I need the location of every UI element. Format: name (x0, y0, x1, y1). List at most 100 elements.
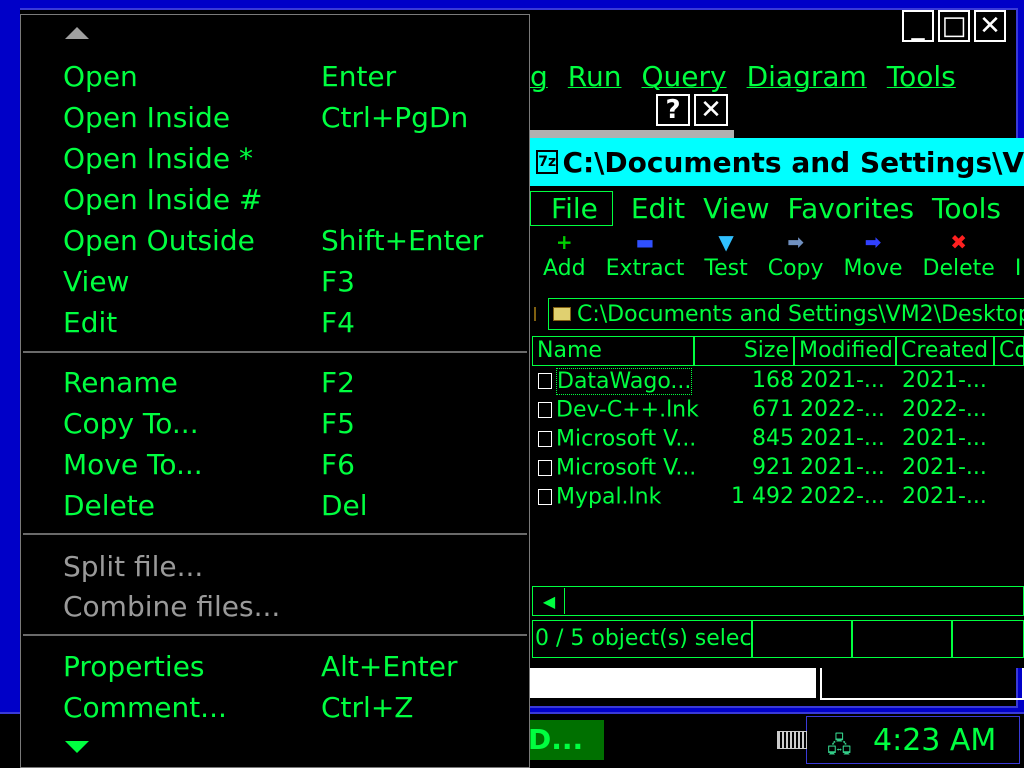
close-button[interactable]: ✕ (974, 10, 1006, 42)
file-size: 921 (752, 455, 794, 480)
menu-item-open-inside[interactable]: Open Inside Ctrl+PgDn (63, 98, 523, 138)
file-list-header: Name Size Modified Created Co (532, 336, 1024, 366)
menu-item-label: Combine files... (63, 590, 281, 623)
menu-item-shortcut: Del (321, 489, 368, 522)
menu-item-comment[interactable]: Comment... Ctrl+Z (63, 688, 523, 728)
help-button[interactable]: ? (656, 94, 690, 126)
file-name: Dev-C++.lnk (556, 397, 699, 423)
file-created: 2021-... (902, 484, 987, 509)
column-name[interactable]: Name (532, 336, 694, 366)
menu-separator (23, 634, 527, 636)
sevenzip-toolbar: + Add ▬ Extract ▼ Test ➡ Copy ➡ Move ✖ D… (530, 230, 1024, 288)
horizontal-scrollbar[interactable] (532, 586, 1024, 616)
menu-item-debug[interactable]: g (530, 60, 548, 93)
dialog-close-button[interactable]: ✕ (694, 94, 728, 126)
menu-item-move-to[interactable]: Move To... F6 (63, 445, 523, 485)
menu-item-label: Edit (63, 306, 118, 339)
table-row[interactable]: Mypal.lnk 1 492 2022-... 2021-... (532, 482, 1024, 511)
scroll-left-arrow-icon[interactable]: ◀ (534, 588, 565, 614)
menu-item-shortcut: Alt+Enter (321, 650, 458, 683)
status-modified (852, 620, 952, 658)
clock[interactable]: 4:23 AM (873, 723, 996, 758)
desktop-edge (0, 0, 20, 712)
extract-button[interactable]: ▬ Extract (606, 230, 685, 288)
file-size: 168 (752, 368, 794, 393)
add-button[interactable]: + Add (543, 230, 586, 288)
move-button[interactable]: ➡ Move (844, 230, 903, 288)
address-input[interactable]: C:\Documents and Settings\VM2\Desktop\ (548, 298, 1024, 330)
column-size[interactable]: Size (694, 336, 794, 366)
menu-item-shortcut: Ctrl+Z (321, 691, 414, 724)
test-button[interactable]: ▼ Test (704, 230, 747, 288)
menu-item-properties[interactable]: Properties Alt+Enter (63, 647, 523, 687)
menu-item-shortcut: F4 (321, 306, 355, 339)
menu-item-shortcut: F6 (321, 448, 355, 481)
column-modified[interactable]: Modified (794, 336, 896, 366)
scroll-up-arrow-icon[interactable] (65, 27, 89, 39)
address-bar: C:\Documents and Settings\VM2\Desktop\ (530, 296, 1024, 332)
menu-item-delete[interactable]: Delete Del (63, 486, 523, 526)
file-icon (538, 489, 552, 505)
menu-item-tools[interactable]: Tools (887, 60, 956, 93)
add-label: Add (543, 256, 586, 281)
column-created[interactable]: Created (896, 336, 994, 366)
menu-file[interactable]: File (530, 190, 613, 226)
menu-item-run[interactable]: Run (568, 60, 622, 93)
maximize-button[interactable]: □ (938, 10, 970, 42)
taskbar-button[interactable]: D... (528, 720, 604, 760)
menu-item-open-inside-hash[interactable]: Open Inside # (63, 180, 523, 220)
menu-item-edit[interactable]: Edit F4 (63, 303, 523, 343)
menu-item-shortcut: Enter (321, 60, 397, 93)
folder-up-icon[interactable] (534, 307, 536, 321)
add-icon: + (555, 230, 573, 254)
menu-item-query[interactable]: Query (641, 60, 726, 93)
menu-item-label: Split file... (63, 550, 204, 583)
copy-button[interactable]: ➡ Copy (768, 230, 824, 288)
file-modified: 2021-... (800, 368, 885, 393)
info-button[interactable]: I (1015, 230, 1022, 288)
file-icon (538, 373, 552, 389)
file-name: Microsoft V... (556, 455, 697, 481)
menu-edit[interactable]: Edit (631, 192, 703, 225)
scroll-down-arrow-icon[interactable] (65, 741, 89, 753)
delete-label: Delete (922, 256, 995, 281)
file-created: 2021-... (902, 455, 987, 480)
menu-item-view[interactable]: View F3 (63, 262, 523, 302)
file-icon (538, 431, 552, 447)
file-name: Microsoft V... (556, 426, 697, 452)
menu-item-copy-to[interactable]: Copy To... F5 (63, 404, 523, 444)
menu-tools[interactable]: Tools (932, 192, 1019, 225)
delete-button[interactable]: ✖ Delete (923, 230, 995, 288)
column-comment[interactable]: Co (994, 336, 1024, 366)
status-size (752, 620, 852, 658)
menu-item-open-inside-star[interactable]: Open Inside * (63, 139, 523, 179)
menu-item-rename[interactable]: Rename F2 (63, 363, 523, 403)
menu-view[interactable]: View (703, 192, 787, 225)
menu-item-open[interactable]: Open Enter (63, 57, 523, 97)
context-menu: Open Enter Open Inside Ctrl+PgDn Open In… (20, 14, 530, 768)
table-row[interactable]: Microsoft V... 845 2021-... 2021-... (532, 424, 1024, 453)
sevenzip-titlebar[interactable]: 7z C:\Documents and Settings\V (530, 138, 1024, 186)
background-frame (820, 668, 1024, 700)
network-icon[interactable]: 🖧 (827, 728, 853, 758)
table-row[interactable]: Microsoft V... 921 2021-... 2021-... (532, 453, 1024, 482)
table-row[interactable]: Dev-C++.lnk 671 2022-... 2022-... (532, 395, 1024, 424)
background-window-controls: _ □ ✕ (902, 10, 1006, 46)
table-row[interactable]: DataWago... 168 2021-... 2021-... (532, 366, 1024, 395)
menu-item-open-outside[interactable]: Open Outside Shift+Enter (63, 221, 523, 261)
file-size: 671 (752, 397, 794, 422)
minimize-button[interactable]: _ (902, 10, 934, 42)
file-created: 2022-... (902, 397, 987, 422)
menu-separator (23, 351, 527, 353)
menu-item-diagram[interactable]: Diagram (747, 60, 867, 93)
menu-favorites[interactable]: Favorites (788, 192, 932, 225)
menu-item-label: Open (63, 60, 138, 93)
background-menubar: g Run Query Diagram Tools (530, 56, 1024, 96)
file-size: 1 492 (731, 484, 794, 509)
file-modified: 2021-... (800, 426, 885, 451)
address-path: C:\Documents and Settings\VM2\Desktop\ (577, 301, 1024, 327)
copy-icon: ➡ (787, 230, 804, 254)
menu-item-label: Move To... (63, 448, 203, 481)
keyboard-icon[interactable] (777, 731, 807, 749)
window-title: C:\Documents and Settings\V (562, 145, 1024, 179)
